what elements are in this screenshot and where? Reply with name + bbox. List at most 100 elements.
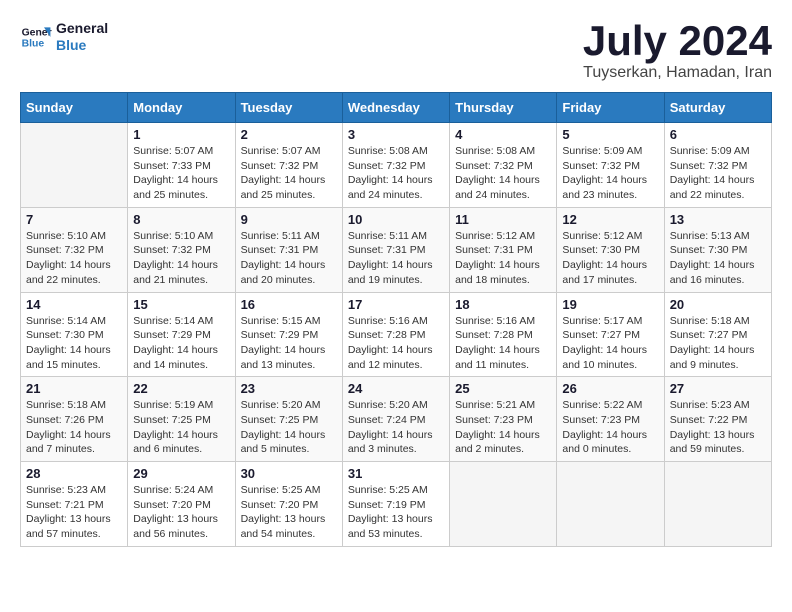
- day-info: Sunrise: 5:20 AMSunset: 7:24 PMDaylight:…: [348, 398, 444, 457]
- day-info: Sunrise: 5:11 AMSunset: 7:31 PMDaylight:…: [348, 229, 444, 288]
- day-number: 12: [562, 212, 658, 227]
- calendar-cell: 9Sunrise: 5:11 AMSunset: 7:31 PMDaylight…: [235, 207, 342, 292]
- calendar-cell: 15 Sunrise: 5:14 AMSunset: 7:29 PMDayligh…: [128, 292, 235, 377]
- day-number: 11: [455, 212, 551, 227]
- header-day-saturday: Saturday: [664, 93, 771, 123]
- logo-icon: General Blue: [20, 21, 52, 53]
- day-number: 1: [133, 127, 229, 142]
- day-info: Sunrise: 5:07 AMSunset: 7:33 PMDaylight:…: [133, 144, 229, 203]
- day-number: 24: [348, 381, 444, 396]
- week-row-5: 28Sunrise: 5:23 AMSunset: 7:21 PMDayligh…: [21, 462, 772, 547]
- header-day-monday: Monday: [128, 93, 235, 123]
- calendar-cell: 16 Sunrise: 5:15 AMSunset: 7:29 PMDayligh…: [235, 292, 342, 377]
- day-info: Sunrise: 5:10 AMSunset: 7:32 PMDaylight:…: [133, 229, 229, 288]
- calendar-header: SundayMondayTuesdayWednesdayThursdayFrid…: [21, 93, 772, 123]
- day-info: Sunrise: 5:08 AMSunset: 7:32 PMDaylight:…: [348, 144, 444, 203]
- day-number: 20: [670, 297, 766, 312]
- day-number: 27: [670, 381, 766, 396]
- day-number: 14: [26, 297, 122, 312]
- day-info: Sunrise: 5:18 AMSunset: 7:27 PMDaylight:…: [670, 314, 766, 373]
- day-info: Sunrise: 5:23 AMSunset: 7:21 PMDaylight:…: [26, 483, 122, 542]
- calendar-cell: 1 Sunrise: 5:07 AMSunset: 7:33 PMDaylight…: [128, 123, 235, 208]
- week-row-1: 1 Sunrise: 5:07 AMSunset: 7:33 PMDaylight…: [21, 123, 772, 208]
- day-info: Sunrise: 5:15 AMSunset: 7:29 PMDaylight:…: [241, 314, 337, 373]
- day-info: Sunrise: 5:14 AMSunset: 7:29 PMDaylight:…: [133, 314, 229, 373]
- month-year-title: July 2024: [583, 20, 772, 62]
- day-number: 4: [455, 127, 551, 142]
- day-info: Sunrise: 5:11 AMSunset: 7:31 PMDaylight:…: [241, 229, 337, 288]
- day-info: Sunrise: 5:07 AMSunset: 7:32 PMDaylight:…: [241, 144, 337, 203]
- day-info: Sunrise: 5:12 AMSunset: 7:30 PMDaylight:…: [562, 229, 658, 288]
- day-number: 22: [133, 381, 229, 396]
- calendar-cell: 27Sunrise: 5:23 AMSunset: 7:22 PMDayligh…: [664, 377, 771, 462]
- calendar-cell: 19 Sunrise: 5:17 AMSunset: 7:27 PMDayligh…: [557, 292, 664, 377]
- day-number: 7: [26, 212, 122, 227]
- day-info: Sunrise: 5:12 AMSunset: 7:31 PMDaylight:…: [455, 229, 551, 288]
- day-info: Sunrise: 5:16 AMSunset: 7:28 PMDaylight:…: [348, 314, 444, 373]
- logo-blue: Blue: [56, 37, 108, 54]
- calendar-cell: 21Sunrise: 5:18 AMSunset: 7:26 PMDayligh…: [21, 377, 128, 462]
- day-info: Sunrise: 5:25 AMSunset: 7:19 PMDaylight:…: [348, 483, 444, 542]
- location-subtitle: Tuyserkan, Hamadan, Iran: [583, 64, 772, 82]
- svg-text:Blue: Blue: [22, 38, 45, 49]
- calendar-cell: 8Sunrise: 5:10 AMSunset: 7:32 PMDaylight…: [128, 207, 235, 292]
- day-info: Sunrise: 5:21 AMSunset: 7:23 PMDaylight:…: [455, 398, 551, 457]
- header-day-thursday: Thursday: [450, 93, 557, 123]
- day-info: Sunrise: 5:08 AMSunset: 7:32 PMDaylight:…: [455, 144, 551, 203]
- calendar-cell: 4 Sunrise: 5:08 AMSunset: 7:32 PMDaylight…: [450, 123, 557, 208]
- calendar-cell: [450, 462, 557, 547]
- day-number: 19: [562, 297, 658, 312]
- calendar-cell: 18 Sunrise: 5:16 AMSunset: 7:28 PMDayligh…: [450, 292, 557, 377]
- day-number: 26: [562, 381, 658, 396]
- day-info: Sunrise: 5:13 AMSunset: 7:30 PMDaylight:…: [670, 229, 766, 288]
- calendar-table: SundayMondayTuesdayWednesdayThursdayFrid…: [20, 92, 772, 547]
- day-info: Sunrise: 5:14 AMSunset: 7:30 PMDaylight:…: [26, 314, 122, 373]
- day-number: 29: [133, 466, 229, 481]
- calendar-cell: 29 Sunrise: 5:24 AMSunset: 7:20 PMDayligh…: [128, 462, 235, 547]
- day-number: 5: [562, 127, 658, 142]
- day-number: 16: [241, 297, 337, 312]
- calendar-cell: 26 Sunrise: 5:22 AMSunset: 7:23 PMDayligh…: [557, 377, 664, 462]
- day-number: 30: [241, 466, 337, 481]
- day-info: Sunrise: 5:16 AMSunset: 7:28 PMDaylight:…: [455, 314, 551, 373]
- day-number: 21: [26, 381, 122, 396]
- day-info: Sunrise: 5:19 AMSunset: 7:25 PMDaylight:…: [133, 398, 229, 457]
- day-info: Sunrise: 5:24 AMSunset: 7:20 PMDaylight:…: [133, 483, 229, 542]
- title-block: July 2024 Tuyserkan, Hamadan, Iran: [583, 20, 772, 82]
- header-day-sunday: Sunday: [21, 93, 128, 123]
- calendar-cell: 20 Sunrise: 5:18 AMSunset: 7:27 PMDayligh…: [664, 292, 771, 377]
- calendar-cell: 23Sunrise: 5:20 AMSunset: 7:25 PMDayligh…: [235, 377, 342, 462]
- week-row-2: 7 Sunrise: 5:10 AMSunset: 7:32 PMDaylight…: [21, 207, 772, 292]
- day-info: Sunrise: 5:22 AMSunset: 7:23 PMDaylight:…: [562, 398, 658, 457]
- calendar-cell: 17 Sunrise: 5:16 AMSunset: 7:28 PMDayligh…: [342, 292, 449, 377]
- calendar-cell: 11 Sunrise: 5:12 AMSunset: 7:31 PMDayligh…: [450, 207, 557, 292]
- calendar-cell: 14 Sunrise: 5:14 AMSunset: 7:30 PMDayligh…: [21, 292, 128, 377]
- calendar-cell: 22 Sunrise: 5:19 AMSunset: 7:25 PMDayligh…: [128, 377, 235, 462]
- day-info: Sunrise: 5:10 AMSunset: 7:32 PMDaylight:…: [26, 229, 122, 288]
- day-number: 18: [455, 297, 551, 312]
- day-info: Sunrise: 5:20 AMSunset: 7:25 PMDaylight:…: [241, 398, 337, 457]
- page-header: General Blue General Blue July 2024 Tuys…: [20, 20, 772, 82]
- day-number: 15: [133, 297, 229, 312]
- calendar-cell: 2Sunrise: 5:07 AMSunset: 7:32 PMDaylight…: [235, 123, 342, 208]
- calendar-cell: [21, 123, 128, 208]
- header-day-wednesday: Wednesday: [342, 93, 449, 123]
- calendar-cell: 13Sunrise: 5:13 AMSunset: 7:30 PMDayligh…: [664, 207, 771, 292]
- week-row-3: 14 Sunrise: 5:14 AMSunset: 7:30 PMDayligh…: [21, 292, 772, 377]
- calendar-cell: 25Sunrise: 5:21 AMSunset: 7:23 PMDayligh…: [450, 377, 557, 462]
- day-number: 10: [348, 212, 444, 227]
- day-info: Sunrise: 5:17 AMSunset: 7:27 PMDaylight:…: [562, 314, 658, 373]
- calendar-cell: 12 Sunrise: 5:12 AMSunset: 7:30 PMDayligh…: [557, 207, 664, 292]
- header-row: SundayMondayTuesdayWednesdayThursdayFrid…: [21, 93, 772, 123]
- day-number: 17: [348, 297, 444, 312]
- day-number: 3: [348, 127, 444, 142]
- day-number: 31: [348, 466, 444, 481]
- header-day-friday: Friday: [557, 93, 664, 123]
- day-info: Sunrise: 5:09 AMSunset: 7:32 PMDaylight:…: [670, 144, 766, 203]
- logo-general: General: [56, 20, 108, 37]
- week-row-4: 21Sunrise: 5:18 AMSunset: 7:26 PMDayligh…: [21, 377, 772, 462]
- calendar-cell: 31 Sunrise: 5:25 AMSunset: 7:19 PMDayligh…: [342, 462, 449, 547]
- calendar-cell: 5Sunrise: 5:09 AMSunset: 7:32 PMDaylight…: [557, 123, 664, 208]
- calendar-cell: 28Sunrise: 5:23 AMSunset: 7:21 PMDayligh…: [21, 462, 128, 547]
- day-info: Sunrise: 5:25 AMSunset: 7:20 PMDaylight:…: [241, 483, 337, 542]
